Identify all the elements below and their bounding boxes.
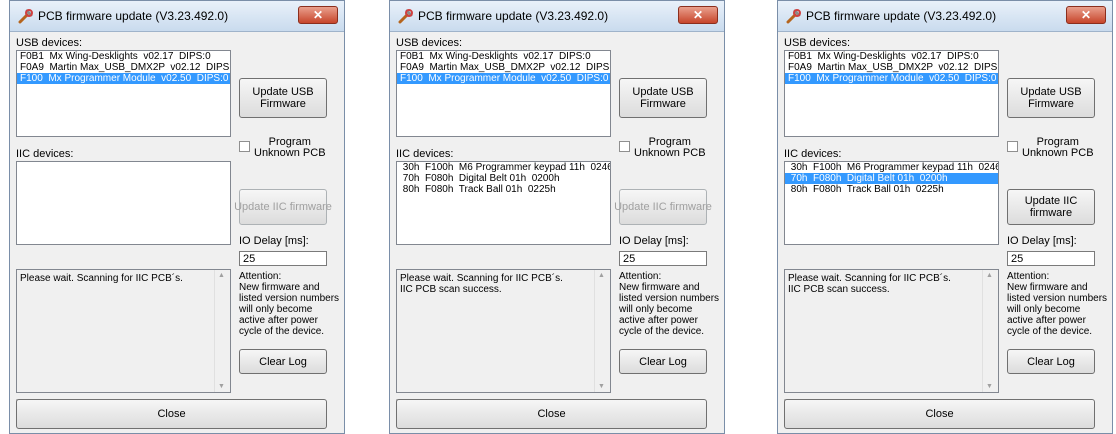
- firmware-update-window: PCB firmware update (V3.23.492.0) ✕ USB …: [777, 0, 1113, 434]
- iic-devices-label: IIC devices:: [16, 148, 74, 160]
- log-area[interactable]: Please wait. Scanning for IIC PCB´s. IIC…: [396, 269, 611, 393]
- program-unknown-pcb-checkbox[interactable]: [619, 141, 630, 152]
- close-x-icon[interactable]: ✕: [298, 6, 338, 24]
- update-usb-firmware-button[interactable]: Update USB Firmware: [1007, 78, 1095, 118]
- io-delay-label: IO Delay [ms]:: [619, 235, 689, 247]
- iic-device-row[interactable]: 30h F100h M6 Programmer keypad 11h 0246h: [397, 162, 610, 173]
- attention-text: Attention: New firmware and listed versi…: [239, 271, 340, 337]
- scroll-up-icon[interactable]: ▲: [598, 272, 605, 279]
- clear-log-button[interactable]: Clear Log: [239, 349, 327, 374]
- close-x-icon[interactable]: ✕: [1066, 6, 1106, 24]
- scroll-up-icon[interactable]: ▲: [986, 272, 993, 279]
- usb-device-row[interactable]: F100 Mx Programmer Module v02.50 DIPS:0: [397, 73, 610, 84]
- log-scrollbar[interactable]: ▲ ▼: [214, 270, 230, 392]
- iic-devices-label: IIC devices:: [784, 148, 842, 160]
- program-unknown-pcb-label: Program Unknown PCB: [634, 136, 706, 159]
- iic-device-row[interactable]: 70h F080h Digital Belt 01h 0200h: [785, 173, 998, 184]
- usb-device-row[interactable]: F0A9 Martin Max_USB_DMX2P v02.12 DIPS:10…: [785, 62, 998, 73]
- usb-device-row[interactable]: F100 Mx Programmer Module v02.50 DIPS:0: [17, 73, 230, 84]
- title-bar: PCB firmware update (V3.23.492.0) ✕: [10, 1, 344, 32]
- iic-devices-list[interactable]: [16, 161, 231, 245]
- update-iic-firmware-button[interactable]: Update IIC firmware: [614, 189, 712, 225]
- program-unknown-pcb-label: Program Unknown PCB: [254, 136, 326, 159]
- log-scrollbar[interactable]: ▲ ▼: [982, 270, 998, 392]
- wrench-screwdriver-icon: [786, 8, 802, 24]
- attention-text: Attention: New firmware and listed versi…: [619, 271, 720, 337]
- log-text: Please wait. Scanning for IIC PCB´s.: [20, 273, 183, 284]
- log-area[interactable]: Please wait. Scanning for IIC PCB´s. ▲ ▼: [16, 269, 231, 393]
- close-button[interactable]: Close: [396, 399, 707, 429]
- usb-devices-list[interactable]: F0B1 Mx Wing-Desklights v02.17 DIPS:0 F0A…: [396, 50, 611, 137]
- iic-devices-label: IIC devices:: [396, 148, 454, 160]
- window-title: PCB firmware update (V3.23.492.0): [38, 9, 229, 23]
- update-usb-firmware-button[interactable]: Update USB Firmware: [239, 78, 327, 118]
- program-unknown-pcb-label: Program Unknown PCB: [1022, 136, 1094, 159]
- io-delay-input[interactable]: 25: [239, 251, 327, 266]
- iic-devices-list[interactable]: 30h F100h M6 Programmer keypad 11h 0246h…: [396, 161, 611, 245]
- update-usb-firmware-button[interactable]: Update USB Firmware: [619, 78, 707, 118]
- io-delay-label: IO Delay [ms]:: [1007, 235, 1077, 247]
- clear-log-button[interactable]: Clear Log: [619, 349, 707, 374]
- wrench-screwdriver-icon: [398, 8, 414, 24]
- usb-devices-label: USB devices:: [784, 37, 851, 49]
- io-delay-input[interactable]: 25: [1007, 251, 1095, 266]
- log-area[interactable]: Please wait. Scanning for IIC PCB´s. IIC…: [784, 269, 999, 393]
- usb-device-row[interactable]: F0A9 Martin Max_USB_DMX2P v02.12 DIPS:10…: [17, 62, 230, 73]
- title-bar: PCB firmware update (V3.23.492.0) ✕: [390, 1, 724, 32]
- update-iic-firmware-button[interactable]: Update IIC firmware: [234, 189, 332, 225]
- firmware-update-window: PCB firmware update (V3.23.492.0) ✕ USB …: [389, 0, 725, 434]
- io-delay-input[interactable]: 25: [619, 251, 707, 266]
- usb-devices-label: USB devices:: [16, 37, 83, 49]
- iic-device-row[interactable]: 80h F080h Track Ball 01h 0225h: [397, 184, 610, 195]
- close-x-icon[interactable]: ✕: [678, 6, 718, 24]
- firmware-update-window: PCB firmware update (V3.23.492.0) ✕ USB …: [9, 0, 345, 434]
- io-delay-label: IO Delay [ms]:: [239, 235, 309, 247]
- title-bar: PCB firmware update (V3.23.492.0) ✕: [778, 1, 1112, 32]
- log-text: Please wait. Scanning for IIC PCB´s. IIC…: [788, 273, 951, 295]
- update-iic-firmware-button[interactable]: Update IIC firmware: [1007, 189, 1095, 225]
- clear-log-button[interactable]: Clear Log: [1007, 349, 1095, 374]
- program-unknown-pcb-checkbox[interactable]: [1007, 141, 1018, 152]
- log-text: Please wait. Scanning for IIC PCB´s. IIC…: [400, 273, 563, 295]
- usb-device-row[interactable]: F100 Mx Programmer Module v02.50 DIPS:0: [785, 73, 998, 84]
- iic-devices-list[interactable]: 30h F100h M6 Programmer keypad 11h 0246h…: [784, 161, 999, 245]
- scroll-down-icon[interactable]: ▼: [598, 383, 605, 390]
- log-scrollbar[interactable]: ▲ ▼: [594, 270, 610, 392]
- usb-devices-list[interactable]: F0B1 Mx Wing-Desklights v02.17 DIPS:0 F0A…: [16, 50, 231, 137]
- close-button[interactable]: Close: [16, 399, 327, 429]
- iic-device-row[interactable]: 30h F100h M6 Programmer keypad 11h 0246h: [785, 162, 998, 173]
- iic-device-row[interactable]: 80h F080h Track Ball 01h 0225h: [785, 184, 998, 195]
- attention-text: Attention: New firmware and listed versi…: [1007, 271, 1108, 337]
- iic-device-row[interactable]: 70h F080h Digital Belt 01h 0200h: [397, 173, 610, 184]
- scroll-up-icon[interactable]: ▲: [218, 272, 225, 279]
- usb-device-row[interactable]: F0B1 Mx Wing-Desklights v02.17 DIPS:0: [785, 51, 998, 62]
- close-button[interactable]: Close: [784, 399, 1095, 429]
- usb-devices-label: USB devices:: [396, 37, 463, 49]
- window-title: PCB firmware update (V3.23.492.0): [806, 9, 997, 23]
- scroll-down-icon[interactable]: ▼: [218, 383, 225, 390]
- scroll-down-icon[interactable]: ▼: [986, 383, 993, 390]
- usb-device-row[interactable]: F0B1 Mx Wing-Desklights v02.17 DIPS:0: [397, 51, 610, 62]
- usb-device-row[interactable]: F0B1 Mx Wing-Desklights v02.17 DIPS:0: [17, 51, 230, 62]
- window-title: PCB firmware update (V3.23.492.0): [418, 9, 609, 23]
- program-unknown-pcb-checkbox[interactable]: [239, 141, 250, 152]
- usb-devices-list[interactable]: F0B1 Mx Wing-Desklights v02.17 DIPS:0 F0A…: [784, 50, 999, 137]
- usb-device-row[interactable]: F0A9 Martin Max_USB_DMX2P v02.12 DIPS:10…: [397, 62, 610, 73]
- wrench-screwdriver-icon: [18, 8, 34, 24]
